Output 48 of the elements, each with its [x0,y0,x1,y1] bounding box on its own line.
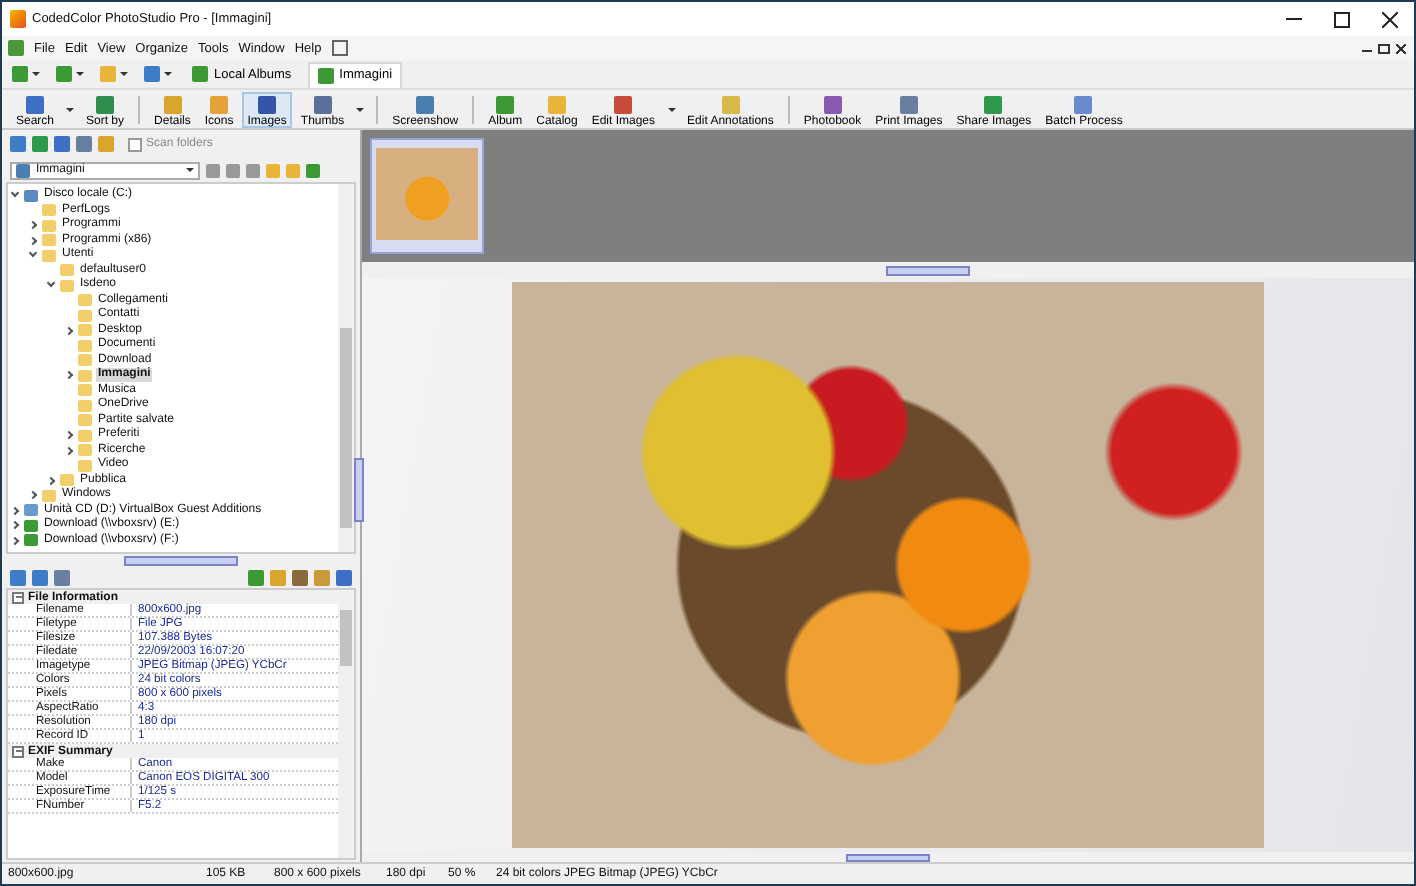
cd-drive-icon [24,504,38,517]
splitter-handle[interactable] [886,265,970,275]
tool-icon [547,95,566,113]
caret-icon [120,72,128,76]
dropdown-button[interactable] [140,66,176,82]
splitter-handle[interactable] [124,555,238,565]
tool-icon [1074,95,1093,113]
tool-icon [163,95,182,113]
square-icon [100,66,116,82]
tool-icon [984,95,1003,113]
square-icon [12,66,28,82]
tool-icon [496,95,515,113]
tool-icon [614,95,633,113]
checkbox[interactable] [128,137,142,151]
tool-icon [416,95,435,113]
caret-icon[interactable] [667,107,676,111]
collapse-icon[interactable] [12,591,24,603]
square-icon [144,66,160,82]
tool-icon [26,95,44,113]
dropdown-button[interactable] [96,66,132,82]
dropdown-button[interactable] [52,66,88,82]
close-icon [1382,11,1398,27]
caret-icon[interactable] [356,107,365,111]
collapse-icon[interactable] [12,745,24,757]
tool-icon [721,95,740,113]
close-button[interactable] [1396,43,1406,53]
tool-icon [210,95,229,113]
dropdown-button[interactable] [8,66,44,82]
folder-icon [16,163,30,177]
tool-icon [823,95,842,113]
caret-icon [164,72,172,76]
tool-icon [96,95,115,113]
scrollbar[interactable] [338,184,354,552]
caret-icon[interactable] [66,107,75,111]
tool-icon [313,95,332,113]
tool-icon [899,95,918,113]
restore-button[interactable] [1378,43,1390,53]
splitter-handle[interactable] [354,458,364,522]
photo-placeholder [376,148,478,240]
caret-icon [76,72,84,76]
tool-icon [258,95,277,113]
thumbnail[interactable] [370,138,484,254]
scrollbar[interactable] [338,590,354,858]
checkbox-icon [331,40,348,56]
splitter-handle[interactable] [846,853,930,861]
caret-icon [32,72,40,76]
app-logo-icon [10,10,26,28]
square-icon [56,66,72,82]
